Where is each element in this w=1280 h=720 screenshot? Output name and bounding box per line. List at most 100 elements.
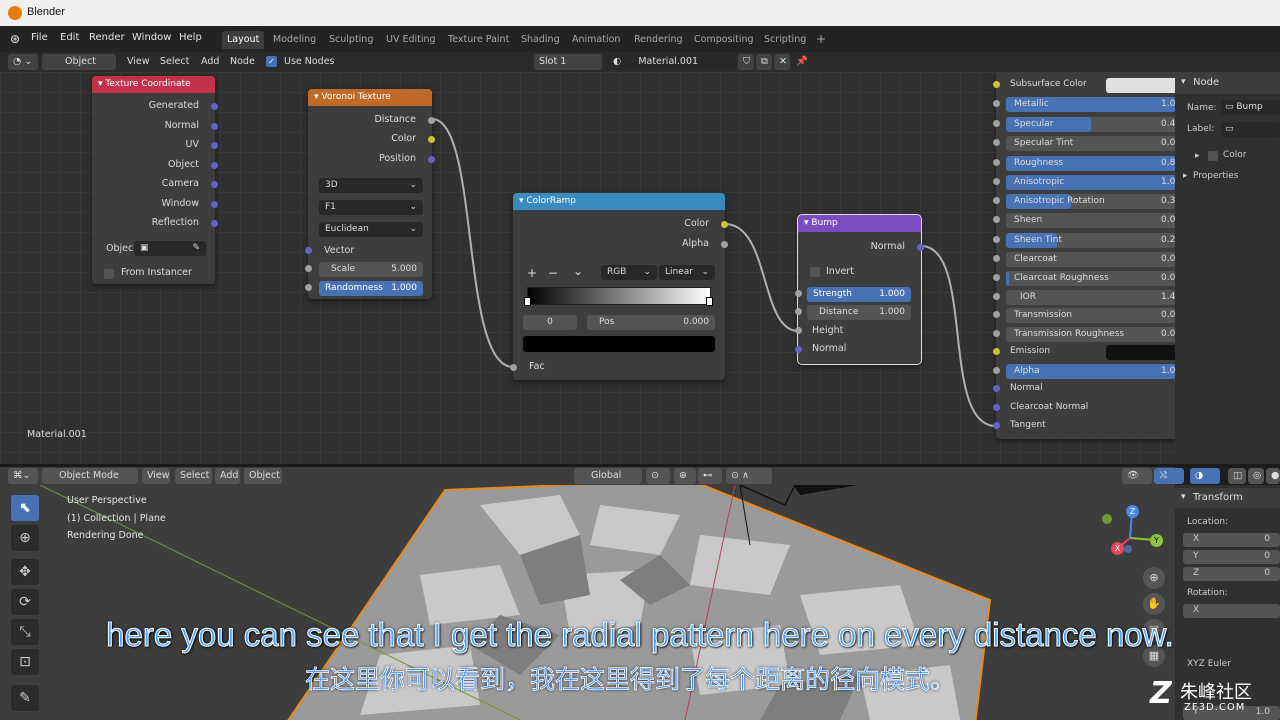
principled-field[interactable]: Transmission 0.0	[1006, 308, 1175, 323]
socket-strength-in[interactable]	[795, 290, 802, 297]
principled-field[interactable]: Metallic 1.0	[1006, 97, 1175, 112]
xray-icon[interactable]: ◫	[1228, 468, 1246, 484]
distance-field[interactable]: Distance 1.000	[807, 305, 911, 320]
gizmo-y[interactable]: Y	[1150, 534, 1163, 547]
socket-specular[interactable]	[993, 120, 1000, 127]
location-y-field[interactable]: Y0	[1183, 550, 1280, 564]
socket-height-in[interactable]	[795, 327, 802, 334]
socket-clearcoat[interactable]	[993, 255, 1000, 262]
tab-sculpting[interactable]: Sculpting	[324, 31, 378, 49]
socket-uv[interactable]	[211, 142, 218, 149]
socket-subsurface-color[interactable]	[993, 81, 1000, 88]
mode-dropdown[interactable]: Object Mode	[42, 468, 138, 484]
principled-field[interactable]: Sheen Tint 0.2	[1006, 233, 1175, 248]
menu-select[interactable]: Select	[175, 468, 212, 484]
ramp-stop-white[interactable]	[706, 297, 713, 306]
socket-tangent[interactable]	[993, 422, 1000, 429]
principled-field[interactable]: Sheen 0.0	[1006, 213, 1175, 228]
transform-header[interactable]: ▾ Transform	[1175, 488, 1280, 508]
socket-roughness[interactable]	[993, 159, 1000, 166]
bump-node[interactable]: ▾ Bump Normal Invert Strength 1.000 Dista…	[795, 214, 924, 365]
unlink-material-icon[interactable]: ✕	[774, 54, 790, 70]
socket-vector-in[interactable]	[305, 247, 312, 254]
menu-add[interactable]: Add	[215, 468, 240, 484]
orientation-dropdown[interactable]: Global	[574, 468, 642, 484]
menu-select[interactable]: Select	[160, 56, 189, 67]
eyedropper-icon[interactable]: ✎	[192, 243, 200, 253]
socket-generated[interactable]	[211, 103, 218, 110]
socket-color[interactable]	[721, 221, 728, 228]
principled-field[interactable]: Specular Tint 0.0	[1006, 136, 1175, 151]
location-z-field[interactable]: Z0	[1183, 567, 1280, 581]
socket-normal-out[interactable]	[917, 244, 924, 251]
properties-label[interactable]: Properties	[1193, 171, 1238, 181]
node-editor-canvas[interactable]: ▾ Texture Coordinate Generated Normal UV…	[0, 72, 1175, 466]
tab-texture-paint[interactable]: Texture Paint	[443, 31, 514, 49]
from-instancer-checkbox[interactable]	[104, 269, 114, 279]
texture-coordinate-header[interactable]: ▾ Texture Coordinate	[92, 76, 215, 93]
socket-fac-in[interactable]	[510, 364, 517, 371]
visibility-icon[interactable]: 👁	[1122, 468, 1152, 484]
cursor-tool-icon[interactable]: ⊕	[11, 525, 39, 551]
duplicate-material-icon[interactable]: ⧉	[756, 54, 772, 70]
socket-window[interactable]	[211, 201, 218, 208]
socket-scale-in[interactable]	[305, 265, 312, 272]
select-box-tool-icon[interactable]: ⬉	[11, 495, 39, 521]
menu-render[interactable]: Render	[89, 32, 125, 43]
stop-color-swatch[interactable]	[523, 336, 715, 352]
socket-color[interactable]	[428, 136, 435, 143]
principled-field[interactable]: Roughness 0.8	[1006, 156, 1175, 171]
color-swatch[interactable]	[1106, 78, 1175, 93]
socket-distance[interactable]	[428, 117, 435, 124]
color-ramp-gradient[interactable]	[527, 287, 711, 305]
tab-layout[interactable]: Layout	[222, 31, 265, 49]
solid-shading-icon[interactable]: ●	[1266, 468, 1280, 484]
menu-window[interactable]: Window	[132, 32, 171, 43]
principled-bsdf-node[interactable]: Subsurface Color Metallic 1.0 Specular 0.4 Sp…	[993, 72, 1175, 439]
menu-edit[interactable]: Edit	[60, 32, 79, 43]
gizmo-toggle-icon[interactable]: ⤨	[1154, 468, 1184, 484]
editor-type-icon[interactable]: ◔ ⌄	[8, 54, 38, 70]
socket-sheen-tint[interactable]	[993, 236, 1000, 243]
zoom-icon[interactable]: ⊕	[1143, 567, 1165, 589]
socket-randomness-in[interactable]	[305, 284, 312, 291]
socket-distance-in[interactable]	[795, 308, 802, 315]
remove-stop-button[interactable]: −	[548, 266, 558, 280]
menu-file[interactable]: File	[31, 32, 48, 43]
principled-field[interactable]: IOR 1.45	[1006, 290, 1175, 305]
move-tool-icon[interactable]: ✥	[11, 559, 39, 585]
socket-metallic[interactable]	[993, 100, 1000, 107]
principled-field[interactable]: Transmission Roughness 0.0	[1006, 327, 1175, 342]
rotate-tool-icon[interactable]: ⟳	[11, 589, 39, 615]
tab-shading[interactable]: Shading	[516, 31, 565, 49]
socket-emission[interactable]	[993, 348, 1000, 355]
node-panel-header[interactable]: ▾ Node	[1175, 72, 1280, 94]
socket-transmission-roughness[interactable]	[993, 330, 1000, 337]
use-nodes-checkbox[interactable]: ✓	[266, 56, 277, 67]
feature-dropdown[interactable]: F1 ⌄	[319, 200, 423, 215]
menu-object[interactable]: Object	[244, 468, 282, 484]
socket-anisotropic[interactable]	[993, 178, 1000, 185]
pan-hand-icon[interactable]: ✋	[1143, 593, 1165, 615]
principled-field[interactable]: Alpha 1.0	[1006, 364, 1175, 379]
ramp-stop-black[interactable]	[524, 297, 531, 306]
menu-help[interactable]: Help	[179, 32, 202, 43]
editor-type-icon[interactable]: ⌘⌄	[8, 468, 38, 484]
fake-user-shield-icon[interactable]: ⛉	[738, 54, 754, 70]
principled-field[interactable]: Clearcoat 0.0	[1006, 252, 1175, 267]
snap-icon[interactable]: ⊕	[674, 468, 696, 484]
wireframe-shading-icon[interactable]: ◎	[1248, 468, 1264, 484]
tab-modeling[interactable]: Modeling	[268, 31, 321, 49]
color-expand-icon[interactable]: ▸	[1195, 151, 1200, 161]
navigation-gizmo[interactable]: Y Z X	[1100, 500, 1170, 570]
texture-coordinate-node[interactable]: ▾ Texture Coordinate Generated Normal UV…	[92, 76, 218, 284]
gizmo-z[interactable]: Z	[1126, 505, 1139, 518]
menu-node[interactable]: Node	[230, 56, 255, 67]
socket-position[interactable]	[428, 156, 435, 163]
node-name-field[interactable]: ▭ Bump	[1221, 100, 1280, 115]
socket-normal[interactable]	[211, 123, 218, 130]
color-mode-dropdown[interactable]: RGB ⌄	[601, 265, 657, 280]
socket-specular-tint[interactable]	[993, 139, 1000, 146]
socket-alpha[interactable]	[993, 367, 1000, 374]
tab-scripting[interactable]: Scripting	[759, 31, 811, 49]
